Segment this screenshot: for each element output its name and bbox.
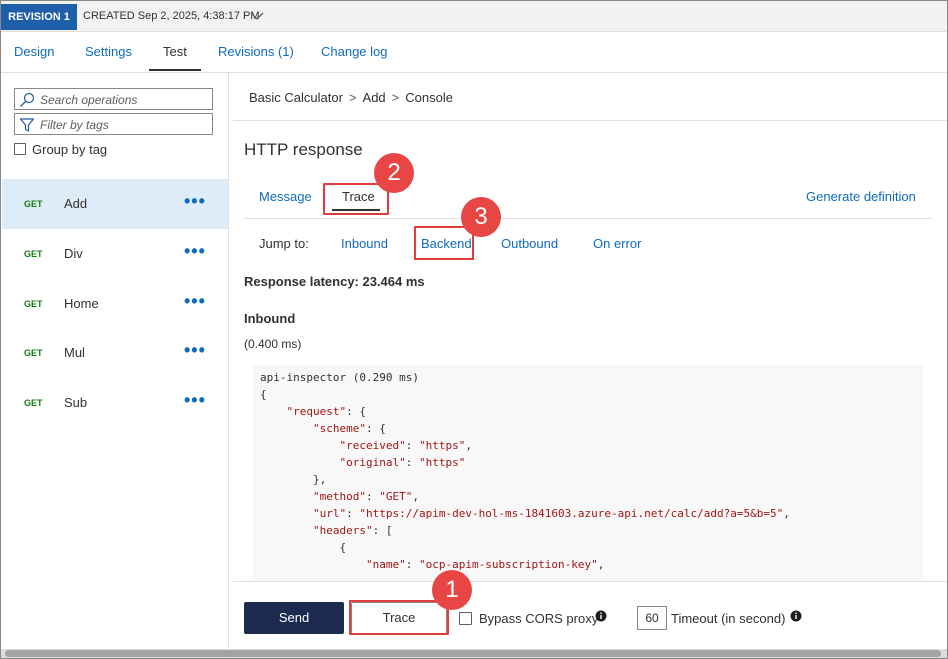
code-line: "request": { bbox=[286, 405, 366, 418]
horizontal-scrollbar[interactable] bbox=[1, 649, 947, 658]
code-line: "original": "https" bbox=[339, 456, 466, 469]
chevron-down-icon[interactable] bbox=[249, 10, 265, 22]
highlight-trace-button bbox=[349, 600, 449, 635]
operation-name: Home bbox=[64, 296, 99, 311]
breadcrumb-separator: > bbox=[348, 90, 357, 105]
group-by-tag-label: Group by tag bbox=[32, 142, 108, 157]
info-icon[interactable] bbox=[790, 610, 802, 622]
highlight-trace-tab bbox=[323, 183, 389, 215]
breadcrumb-operation[interactable]: Add bbox=[363, 90, 386, 105]
http-method-badge: GET bbox=[24, 249, 43, 259]
divider bbox=[244, 218, 932, 219]
http-method-badge: GET bbox=[24, 348, 43, 358]
breadcrumb-api[interactable]: Basic Calculator bbox=[249, 90, 343, 105]
bypass-cors-label: Bypass CORS proxy bbox=[479, 611, 599, 626]
filter-icon bbox=[19, 118, 35, 132]
more-options-icon[interactable]: ••• bbox=[184, 341, 206, 360]
operation-item-div[interactable]: GET Div ••• bbox=[2, 229, 228, 279]
send-button[interactable]: Send bbox=[244, 602, 344, 634]
outbound-link[interactable]: Outbound bbox=[501, 236, 558, 251]
http-method-badge: GET bbox=[24, 199, 43, 209]
search-icon bbox=[20, 92, 35, 107]
api-nav-tabs: Design Settings Test Revisions (1) Chang… bbox=[1, 32, 947, 73]
more-options-icon[interactable]: ••• bbox=[184, 391, 206, 410]
inbound-link[interactable]: Inbound bbox=[341, 236, 388, 251]
inbound-section-heading: Inbound bbox=[244, 311, 296, 326]
code-line: api-inspector (0.290 ms) bbox=[260, 371, 419, 384]
breadcrumb: Basic Calculator > Add > Console bbox=[249, 90, 453, 105]
active-tab-indicator bbox=[149, 69, 201, 71]
generate-definition-link[interactable]: Generate definition bbox=[806, 189, 916, 204]
code-line: "received": "https", bbox=[339, 439, 472, 452]
operations-sidebar: Search operations Filter by tags Group b… bbox=[2, 73, 229, 651]
group-by-tag-checkbox[interactable] bbox=[14, 143, 26, 155]
code-line: "method": "GET", bbox=[312, 490, 419, 503]
trace-code-block: api-inspector (0.290 ms) { "request": { … bbox=[253, 365, 923, 581]
breadcrumb-separator: > bbox=[391, 90, 400, 105]
operation-item-mul[interactable]: GET Mul ••• bbox=[2, 328, 228, 378]
tab-settings[interactable]: Settings bbox=[85, 44, 132, 59]
apim-test-console: REVISION 1 CREATED Sep 2, 2025, 4:38:17 … bbox=[0, 0, 948, 659]
callout-badge-1: 1 bbox=[432, 570, 472, 610]
filter-placeholder: Filter by tags bbox=[40, 118, 109, 132]
revision-bar: REVISION 1 CREATED Sep 2, 2025, 4:38:17 … bbox=[1, 1, 947, 32]
tab-test[interactable]: Test bbox=[163, 44, 187, 59]
code-line: "name": "ocp-apim-subscription-key", bbox=[365, 558, 605, 571]
http-response-title: HTTP response bbox=[244, 140, 363, 159]
tab-revisions[interactable]: Revisions (1) bbox=[218, 44, 294, 59]
code-line: { bbox=[260, 541, 347, 554]
operation-name: Mul bbox=[64, 345, 85, 360]
code-line: "headers": [ bbox=[312, 524, 393, 537]
operation-name: Div bbox=[64, 246, 83, 261]
search-placeholder: Search operations bbox=[40, 93, 138, 107]
timeout-input[interactable]: 60 bbox=[637, 606, 667, 630]
info-icon[interactable] bbox=[595, 610, 607, 622]
tab-message[interactable]: Message bbox=[259, 189, 312, 204]
code-line: { bbox=[260, 388, 267, 401]
highlight-backend-link bbox=[414, 226, 474, 260]
timeout-label: Timeout (in second) bbox=[671, 611, 786, 626]
bypass-cors-checkbox[interactable] bbox=[459, 612, 472, 625]
more-options-icon[interactable]: ••• bbox=[184, 242, 206, 261]
response-latency: Response latency: 23.464 ms bbox=[244, 274, 425, 289]
operation-item-sub[interactable]: GET Sub ••• bbox=[2, 378, 228, 428]
revision-created-text: CREATED Sep 2, 2025, 4:38:17 PM bbox=[83, 10, 260, 22]
tab-design[interactable]: Design bbox=[14, 44, 54, 59]
divider bbox=[233, 120, 947, 121]
operation-name: Add bbox=[64, 196, 88, 211]
on-error-link[interactable]: On error bbox=[593, 236, 641, 251]
filter-by-tags-input[interactable]: Filter by tags bbox=[14, 113, 213, 135]
callout-badge-3: 3 bbox=[461, 197, 501, 237]
code-line: }, bbox=[260, 473, 327, 486]
code-line: "scheme": { bbox=[312, 422, 386, 435]
inbound-duration: (0.400 ms) bbox=[244, 337, 302, 351]
more-options-icon[interactable]: ••• bbox=[184, 292, 206, 311]
operation-item-home[interactable]: GET Home ••• bbox=[2, 279, 228, 329]
search-input[interactable]: Search operations bbox=[14, 88, 213, 110]
revision-badge[interactable]: REVISION 1 bbox=[1, 4, 77, 30]
tab-change-log[interactable]: Change log bbox=[321, 44, 388, 59]
code-line: "url": "https://apim-dev-hol-ms-1841603.… bbox=[312, 507, 790, 520]
scrollbar-thumb[interactable] bbox=[5, 650, 941, 657]
operation-item-add[interactable]: GET Add ••• bbox=[2, 179, 228, 229]
http-method-badge: GET bbox=[24, 299, 43, 309]
more-options-icon[interactable]: ••• bbox=[184, 192, 206, 211]
callout-badge-2: 2 bbox=[374, 153, 414, 193]
http-method-badge: GET bbox=[24, 398, 43, 408]
operation-name: Sub bbox=[64, 395, 88, 410]
jump-to-label: Jump to: bbox=[259, 236, 309, 251]
breadcrumb-current: Console bbox=[405, 90, 453, 105]
